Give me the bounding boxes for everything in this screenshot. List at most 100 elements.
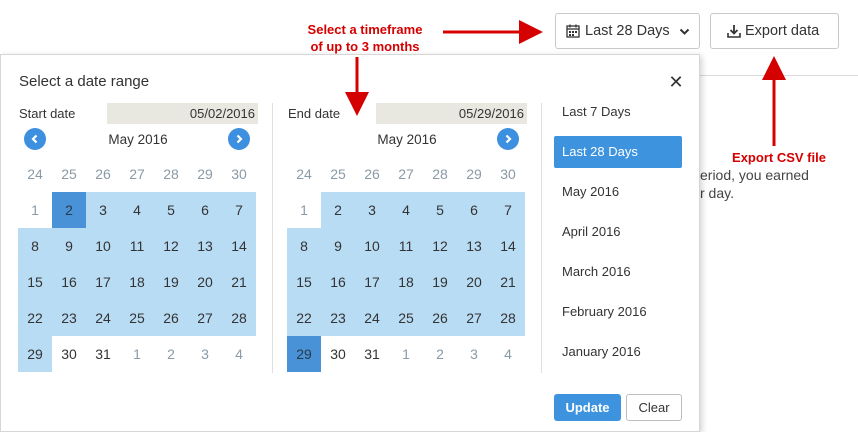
- calendar-day[interactable]: 4: [222, 336, 256, 372]
- calendar-day[interactable]: 28: [423, 156, 457, 192]
- calendar-day[interactable]: 9: [52, 228, 86, 264]
- preset-item[interactable]: February 2016: [554, 296, 682, 328]
- calendar-day[interactable]: 5: [423, 192, 457, 228]
- calendar-day[interactable]: 23: [321, 300, 355, 336]
- calendar-day[interactable]: 3: [457, 336, 491, 372]
- preset-item[interactable]: April 2016: [554, 216, 682, 248]
- calendar-day[interactable]: 1: [18, 192, 52, 228]
- preset-item[interactable]: March 2016: [554, 256, 682, 288]
- calendar-day[interactable]: 10: [86, 228, 120, 264]
- calendar-day[interactable]: 3: [355, 192, 389, 228]
- calendar-day[interactable]: 3: [86, 192, 120, 228]
- clear-button[interactable]: Clear: [626, 394, 682, 421]
- calendar-day[interactable]: 30: [321, 336, 355, 372]
- next-month-button[interactable]: [228, 128, 250, 150]
- calendar-day[interactable]: 5: [154, 192, 188, 228]
- calendar-day[interactable]: 21: [222, 264, 256, 300]
- calendar-day[interactable]: 27: [389, 156, 423, 192]
- calendar-day[interactable]: 16: [321, 264, 355, 300]
- calendar-day[interactable]: 29: [18, 336, 52, 372]
- calendar-day[interactable]: 12: [154, 228, 188, 264]
- date-range-button[interactable]: Last 28 Days: [555, 13, 700, 49]
- calendar-day[interactable]: 26: [86, 156, 120, 192]
- calendar-day[interactable]: 24: [355, 300, 389, 336]
- calendar-day[interactable]: 23: [52, 300, 86, 336]
- calendar-day[interactable]: 25: [120, 300, 154, 336]
- calendar-day[interactable]: 3: [188, 336, 222, 372]
- calendar-day[interactable]: 16: [52, 264, 86, 300]
- preset-item[interactable]: January 2016: [554, 336, 682, 368]
- calendar-day[interactable]: 11: [389, 228, 423, 264]
- calendar-day[interactable]: 2: [423, 336, 457, 372]
- export-data-button[interactable]: Export data: [710, 13, 839, 49]
- calendar-day[interactable]: 1: [287, 192, 321, 228]
- calendar-day[interactable]: 26: [355, 156, 389, 192]
- calendar-day[interactable]: 27: [457, 300, 491, 336]
- calendar-day[interactable]: 26: [423, 300, 457, 336]
- calendar-day[interactable]: 18: [389, 264, 423, 300]
- calendar-day[interactable]: 31: [86, 336, 120, 372]
- calendar-day[interactable]: 20: [457, 264, 491, 300]
- calendar-day[interactable]: 30: [52, 336, 86, 372]
- calendar-day[interactable]: 17: [355, 264, 389, 300]
- preset-item[interactable]: Last 28 Days: [554, 136, 682, 168]
- calendar-day[interactable]: 25: [321, 156, 355, 192]
- calendar-day[interactable]: 29: [457, 156, 491, 192]
- calendar-day[interactable]: 31: [355, 336, 389, 372]
- calendar-day[interactable]: 25: [52, 156, 86, 192]
- calendar-day[interactable]: 8: [18, 228, 52, 264]
- calendar-day[interactable]: 7: [491, 192, 525, 228]
- start-date-field[interactable]: 05/02/2016: [107, 103, 258, 124]
- update-button[interactable]: Update: [554, 394, 621, 421]
- end-date-field[interactable]: 05/29/2016: [376, 103, 527, 124]
- calendar-day[interactable]: 30: [222, 156, 256, 192]
- calendar-day[interactable]: 24: [18, 156, 52, 192]
- calendar-day[interactable]: 22: [18, 300, 52, 336]
- next-month-button[interactable]: [497, 128, 519, 150]
- calendar-day[interactable]: 19: [154, 264, 188, 300]
- calendar-day[interactable]: 12: [423, 228, 457, 264]
- calendar-day[interactable]: 2: [321, 192, 355, 228]
- calendar-day[interactable]: 4: [389, 192, 423, 228]
- calendar-day[interactable]: 6: [188, 192, 222, 228]
- close-icon[interactable]: ✕: [667, 71, 685, 93]
- calendar-day[interactable]: 13: [457, 228, 491, 264]
- calendar-day[interactable]: 4: [491, 336, 525, 372]
- calendar-day[interactable]: 18: [120, 264, 154, 300]
- preset-item[interactable]: Last 7 Days: [554, 96, 682, 128]
- calendar-day[interactable]: 13: [188, 228, 222, 264]
- calendar-day[interactable]: 27: [120, 156, 154, 192]
- calendar-day[interactable]: 24: [287, 156, 321, 192]
- calendar-day[interactable]: 10: [355, 228, 389, 264]
- calendar-day[interactable]: 20: [188, 264, 222, 300]
- calendar-day[interactable]: 7: [222, 192, 256, 228]
- calendar-day[interactable]: 22: [287, 300, 321, 336]
- calendar-day[interactable]: 21: [491, 264, 525, 300]
- calendar-day[interactable]: 19: [423, 264, 457, 300]
- calendar-day[interactable]: 29: [287, 336, 321, 372]
- preset-item[interactable]: May 2016: [554, 176, 682, 208]
- calendar-day[interactable]: 28: [222, 300, 256, 336]
- calendar-day[interactable]: 28: [154, 156, 188, 192]
- calendar-day[interactable]: 25: [389, 300, 423, 336]
- calendar-day[interactable]: 2: [52, 192, 86, 228]
- calendar-day[interactable]: 1: [389, 336, 423, 372]
- calendar-day[interactable]: 14: [222, 228, 256, 264]
- calendar-day[interactable]: 15: [18, 264, 52, 300]
- calendar-day[interactable]: 27: [188, 300, 222, 336]
- calendar-day[interactable]: 17: [86, 264, 120, 300]
- calendar-day[interactable]: 4: [120, 192, 154, 228]
- calendar-day[interactable]: 24: [86, 300, 120, 336]
- calendar-day[interactable]: 14: [491, 228, 525, 264]
- calendar-day[interactable]: 1: [120, 336, 154, 372]
- calendar-day[interactable]: 8: [287, 228, 321, 264]
- calendar-day[interactable]: 9: [321, 228, 355, 264]
- calendar-day[interactable]: 2: [154, 336, 188, 372]
- calendar-day[interactable]: 28: [491, 300, 525, 336]
- calendar-day[interactable]: 26: [154, 300, 188, 336]
- calendar-day[interactable]: 30: [491, 156, 525, 192]
- calendar-day[interactable]: 6: [457, 192, 491, 228]
- calendar-day[interactable]: 29: [188, 156, 222, 192]
- calendar-day[interactable]: 15: [287, 264, 321, 300]
- calendar-day[interactable]: 11: [120, 228, 154, 264]
